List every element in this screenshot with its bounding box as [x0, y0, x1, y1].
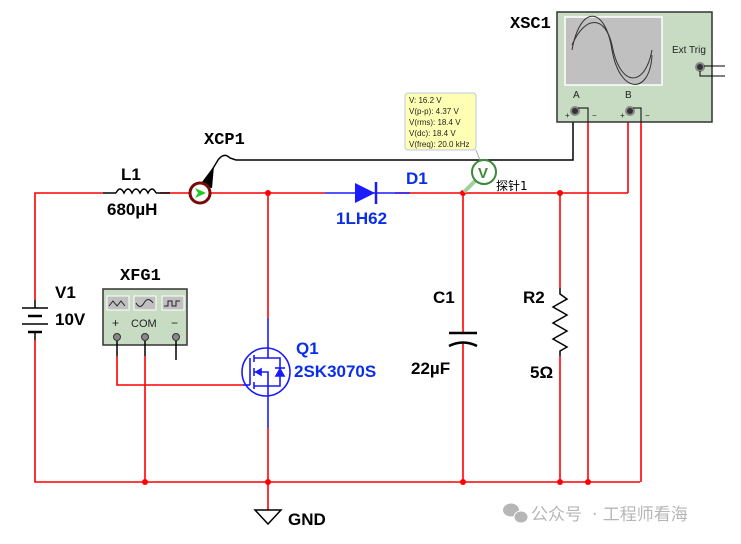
q1-ref: Q1 [296, 339, 319, 358]
r2-ref: R2 [523, 288, 545, 307]
q1-value: 2SK3070S [294, 362, 376, 381]
l1-value: 680µH [107, 200, 157, 219]
c1-value: 22µF [411, 359, 450, 378]
l1-ref: L1 [121, 165, 141, 184]
a-plus-label: + [565, 111, 570, 120]
reading-vfreq: V(freq): 20.0 kHz [409, 140, 469, 149]
a-minus-label: − [592, 111, 597, 120]
diode-d1[interactable]: D1 1LH62 [325, 169, 428, 228]
square-wave-icon[interactable] [161, 295, 185, 311]
fg-plus-label: + [112, 316, 119, 330]
reading-vdc: V(dc): 18.4 V [409, 129, 456, 138]
channel-a-label: A [573, 90, 580, 101]
fg-com-terminal[interactable] [141, 333, 149, 341]
ground-symbol: GND [253, 509, 326, 529]
xsc1-ref: XSC1 [510, 15, 551, 34]
xfg1-ref: XFG1 [120, 267, 161, 286]
b-plus-label: + [620, 111, 625, 120]
channel-a-terminal[interactable] [570, 106, 580, 116]
watermark: 公众号 · 工程师看海 [503, 503, 688, 525]
v1-ref: V1 [55, 283, 76, 302]
d1-ref: D1 [406, 169, 428, 188]
fg-minus-terminal[interactable] [172, 333, 180, 341]
c1-ref: C1 [433, 288, 455, 307]
channel-b-label: B [625, 90, 632, 101]
fg-minus-label: − [171, 316, 178, 330]
v1-value: 10V [55, 310, 86, 329]
battery-v1[interactable]: V1 10V [22, 283, 86, 340]
gnd-label: GND [288, 510, 326, 529]
function-generator-xfg1[interactable]: XFG1 + COM − [102, 267, 188, 360]
r2-value: 5Ω [530, 363, 553, 382]
xcp1-ref: XCP1 [204, 131, 245, 150]
watermark-text1: 公众号 [531, 505, 582, 525]
circuit-diagram: L1 680µH XCP1 D1 1LH62 V: 16.2 V V(p-p):… [22, 11, 725, 529]
schematic-canvas: L1 680µH XCP1 D1 1LH62 V: 16.2 V V(p-p):… [0, 0, 741, 544]
reading-v: V: 16.2 V [409, 96, 442, 105]
inductor-l1[interactable]: L1 680µH [103, 165, 170, 219]
fg-plus-terminal[interactable] [113, 333, 121, 341]
ext-trig-terminal[interactable] [695, 62, 705, 72]
probe-v-icon: V [478, 165, 488, 182]
capacitor-c1[interactable]: C1 22µF [411, 288, 478, 378]
oscilloscope-xsc1[interactable]: XSC1 Ext Trig A B + − + − [510, 11, 725, 123]
ext-trig-label: Ext Trig [672, 45, 706, 56]
mosfet-q1[interactable]: Q1 2SK3070S [241, 318, 376, 428]
watermark-text2: · 工程师看海 [592, 505, 688, 525]
fg-com-label: COM [131, 318, 157, 330]
wire-gate[interactable] [116, 356, 243, 386]
b-minus-label: − [645, 111, 650, 120]
channel-b-terminal[interactable] [625, 106, 635, 116]
triangle-wave-icon[interactable] [106, 295, 130, 311]
reading-vrms: V(rms): 18.4 V [409, 118, 461, 127]
d1-value: 1LH62 [336, 209, 387, 228]
probe-name: 探针1 [496, 178, 528, 193]
junction-dots [142, 190, 591, 485]
reading-vpp: V(p-p): 4.37 V [409, 107, 459, 116]
